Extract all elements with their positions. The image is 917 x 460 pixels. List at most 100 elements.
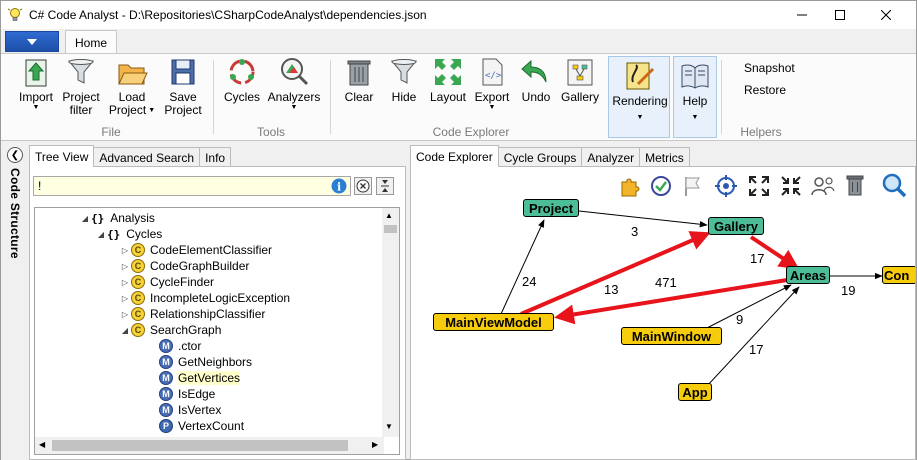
- collapse-panel-button[interactable]: ❮: [7, 147, 23, 163]
- tab-tree-view[interactable]: Tree View: [29, 145, 95, 167]
- node-gallery[interactable]: Gallery: [708, 217, 764, 235]
- hide-button[interactable]: Hide: [385, 56, 423, 104]
- import-icon: [25, 59, 47, 87]
- restore-button[interactable]: Restore: [744, 83, 786, 97]
- help-button[interactable]: Help ▼: [674, 60, 716, 122]
- code-structure-title: Code Structure: [8, 168, 22, 259]
- collapsed-arrow-icon[interactable]: ▷: [119, 278, 131, 287]
- maximize-button[interactable]: [817, 1, 863, 29]
- expanded-arrow-icon[interactable]: ◢: [95, 230, 107, 239]
- collapse-tree-button[interactable]: [376, 177, 394, 195]
- analyzers-button[interactable]: Analyzers ▼: [265, 56, 323, 112]
- scroll-down-icon[interactable]: ▼: [385, 422, 393, 431]
- clear-search-button[interactable]: [354, 177, 372, 195]
- horizontal-scroll-thumb[interactable]: [52, 440, 348, 451]
- cycles-button[interactable]: Cycles: [221, 56, 263, 104]
- node-project[interactable]: Project: [523, 199, 579, 217]
- tab-code-explorer[interactable]: Code Explorer: [410, 145, 499, 167]
- edge-label-gallery-areas: 17: [750, 251, 765, 266]
- tree-vertical-scrollbar[interactable]: ▲ ▼: [382, 208, 399, 437]
- collapsed-arrow-icon[interactable]: ▷: [119, 246, 131, 255]
- tree-node[interactable]: M IsVertex: [147, 402, 221, 418]
- node-areas[interactable]: Areas: [786, 266, 830, 284]
- save-project-label-2: Project: [164, 103, 202, 117]
- expanded-arrow-icon[interactable]: ◢: [119, 326, 131, 335]
- tree-node[interactable]: M .ctor: [147, 338, 201, 354]
- collapsed-arrow-icon[interactable]: ▷: [119, 262, 131, 271]
- snapshot-button[interactable]: Snapshot: [744, 61, 795, 75]
- scroll-right-icon[interactable]: ▶: [372, 440, 378, 449]
- funnel-icon: [390, 59, 418, 84]
- import-label: Import: [18, 90, 53, 104]
- class-icon: C: [131, 243, 145, 257]
- tree-node-label: CycleFinder: [150, 275, 215, 289]
- cycles-icon: [229, 59, 255, 85]
- tree-node[interactable]: ◢{} Cycles: [95, 226, 162, 242]
- tab-advanced-search[interactable]: Advanced Search: [93, 147, 201, 167]
- tree-node-label: Cycles: [126, 227, 163, 241]
- edge-label-mainviewmodel-project: 24: [522, 274, 537, 289]
- tree-node[interactable]: M GetNeighbors: [147, 354, 252, 370]
- method-icon: M: [159, 387, 173, 401]
- funnel-icon: [67, 59, 95, 84]
- collapsed-arrow-icon[interactable]: ▷: [119, 310, 131, 319]
- code-explorer-group-label: Code Explorer: [432, 125, 510, 139]
- rendering-button[interactable]: Rendering ▼: [609, 60, 671, 122]
- edge-project-gallery[interactable]: [578, 210, 708, 228]
- tree-node[interactable]: ▷ C IncompleteLogicException: [119, 290, 290, 306]
- import-button[interactable]: Import ▼: [15, 56, 57, 112]
- edge-mainviewmodel-project[interactable]: [500, 219, 545, 315]
- graph-canvas[interactable]: 24 3 13 17 471 9 17 19 Project Gallery A…: [410, 166, 916, 460]
- tree-node[interactable]: P VertexCount: [147, 418, 244, 434]
- node-mainwindow[interactable]: MainWindow: [621, 327, 722, 345]
- node-mainviewmodel[interactable]: MainViewModel: [433, 313, 554, 331]
- undo-button[interactable]: Undo: [517, 56, 555, 104]
- layout-button[interactable]: Layout: [427, 56, 469, 104]
- collapsed-arrow-icon[interactable]: ▷: [119, 294, 131, 303]
- trash-icon: [347, 60, 371, 86]
- tree-node-label: Analysis: [110, 211, 155, 225]
- ribbon-separator: [330, 60, 331, 134]
- close-circle-icon: [356, 179, 370, 193]
- expanded-arrow-icon[interactable]: ◢: [79, 214, 91, 223]
- project-filter-button[interactable]: Project filter: [59, 56, 103, 117]
- node-con[interactable]: Con: [882, 266, 915, 284]
- export-button[interactable]: </> Export ▼: [471, 56, 513, 112]
- tree-node[interactable]: ▷ C CodeGraphBuilder: [119, 258, 249, 274]
- ribbon-tab-strip: Home: [1, 29, 916, 54]
- tree-node[interactable]: ▷ C CycleFinder: [119, 274, 214, 290]
- tab-cycle-groups[interactable]: Cycle Groups: [497, 147, 583, 167]
- tree-node[interactable]: M IsEdge: [147, 386, 215, 402]
- tab-info[interactable]: Info: [199, 147, 232, 167]
- scroll-left-icon[interactable]: ◀: [39, 440, 45, 449]
- info-icon[interactable]: i: [331, 178, 347, 194]
- hide-label: Hide: [391, 90, 417, 104]
- tree-node[interactable]: ▷ C CodeElementClassifier: [119, 242, 272, 258]
- magnifier-chart-icon: [281, 58, 309, 86]
- tree-node[interactable]: M GetVertices: [147, 370, 241, 386]
- tab-home[interactable]: Home: [65, 30, 117, 54]
- tree-node[interactable]: ◢{} Analysis: [79, 210, 155, 226]
- edge-label-mainwindow-areas: 9: [736, 312, 744, 327]
- load-project-button[interactable]: Load Project ▼: [107, 56, 157, 117]
- clear-button[interactable]: Clear: [339, 56, 379, 104]
- code-structure-strip: ❮ Code Structure: [1, 142, 29, 460]
- tree-horizontal-scrollbar[interactable]: ◀ ▶: [35, 437, 384, 454]
- search-input[interactable]: !: [33, 176, 351, 196]
- tree-node[interactable]: ▷ C RelationshipClassifier: [119, 306, 265, 322]
- scroll-up-icon[interactable]: ▲: [385, 211, 393, 220]
- edge-mainviewmodel-gallery[interactable]: [520, 231, 711, 316]
- tree-node-label: IsVertex: [178, 403, 222, 417]
- right-tab-strip: Code Explorer Cycle Groups Analyzer Metr…: [410, 145, 690, 167]
- ribbon: Import ▼ Project filter Load Project ▼ S…: [1, 53, 916, 141]
- tab-metrics[interactable]: Metrics: [639, 147, 690, 167]
- tree-node[interactable]: ◢ C SearchGraph: [119, 322, 221, 338]
- vertical-scroll-thumb[interactable]: [384, 225, 397, 233]
- gallery-button[interactable]: Gallery: [558, 56, 602, 104]
- book-icon: [681, 64, 709, 89]
- tab-analyzer[interactable]: Analyzer: [581, 147, 641, 167]
- save-project-button[interactable]: Save Project: [161, 56, 205, 117]
- node-app[interactable]: App: [678, 383, 712, 401]
- application-menu-button[interactable]: [5, 31, 59, 52]
- close-button[interactable]: [863, 1, 909, 29]
